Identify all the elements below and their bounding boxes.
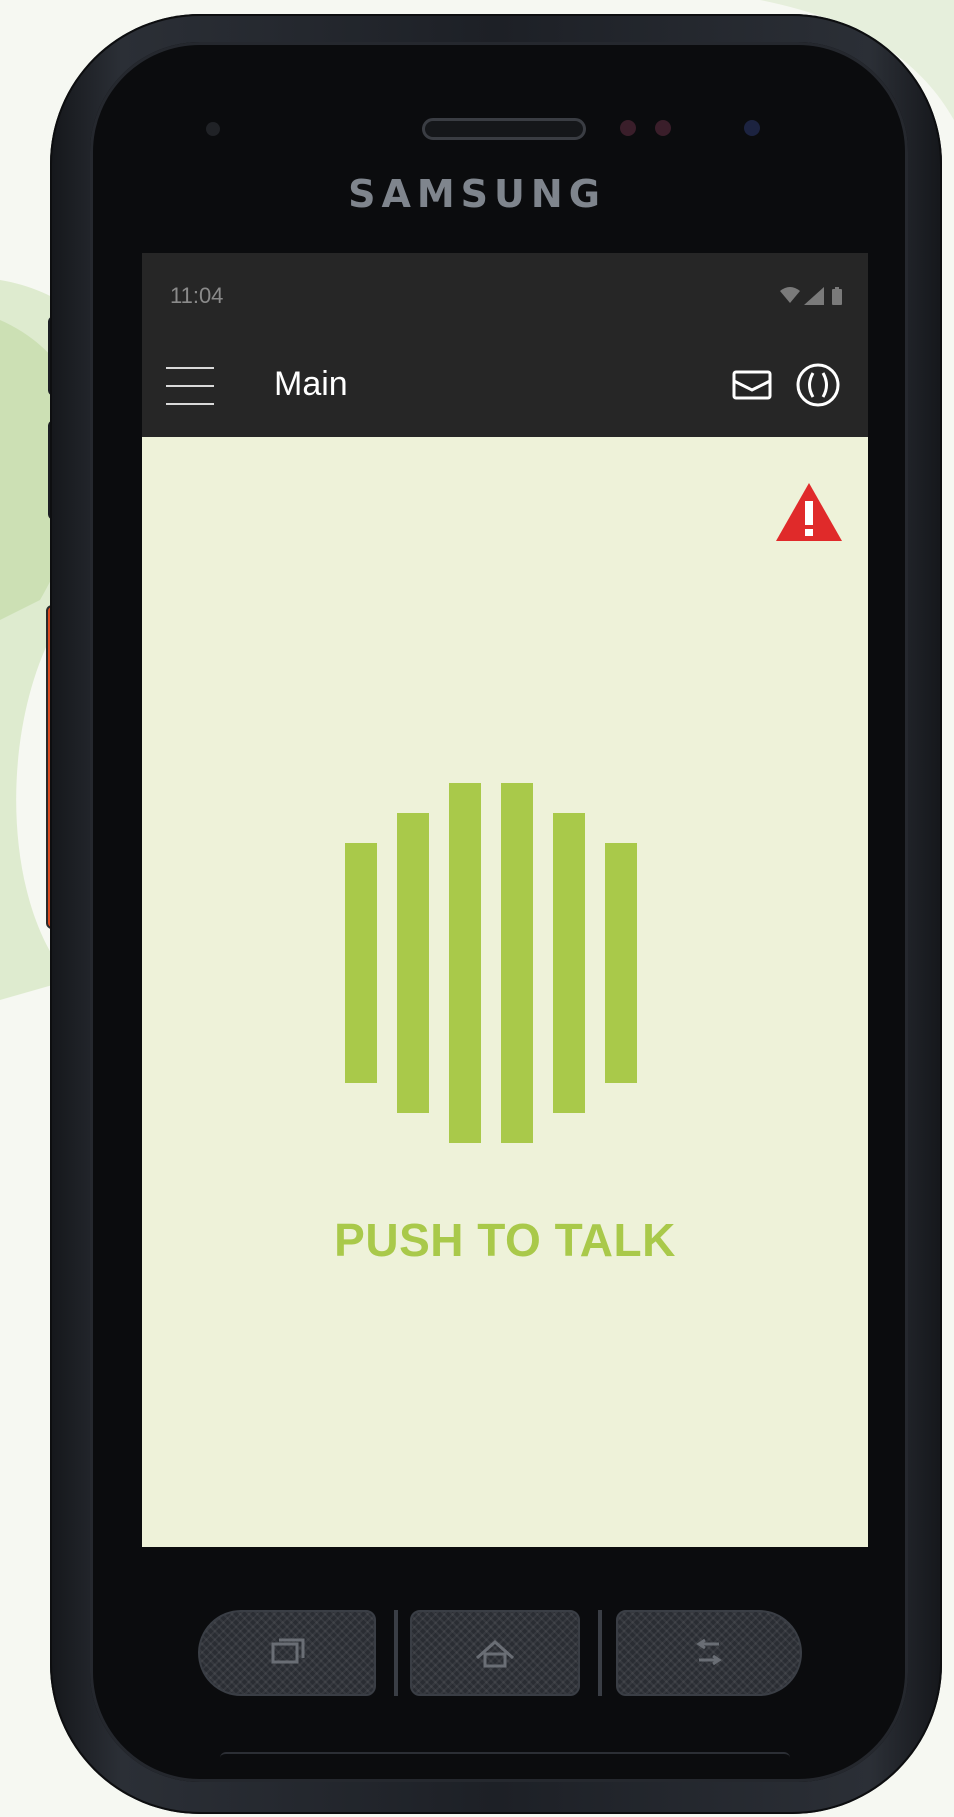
mail-icon[interactable] xyxy=(728,361,776,409)
light-sensor xyxy=(655,120,671,136)
status-time: 11:04 xyxy=(170,283,224,308)
ptt-label[interactable]: PUSH TO TALK xyxy=(142,1213,868,1267)
proximity-sensor xyxy=(620,120,636,136)
status-icons xyxy=(778,285,848,312)
signal-icon xyxy=(804,287,824,305)
home-button[interactable] xyxy=(410,1610,580,1696)
back-icon xyxy=(696,1638,722,1666)
recent-apps-icon xyxy=(271,1638,305,1664)
warning-triangle-icon[interactable] xyxy=(774,481,844,543)
earpiece-speaker xyxy=(422,118,586,140)
app-title: Main xyxy=(274,365,348,403)
back-button[interactable] xyxy=(616,1610,802,1696)
app-bar: Main xyxy=(142,333,868,437)
key-divider xyxy=(598,1610,602,1696)
front-sensor xyxy=(206,122,220,136)
brand-logo: SAMSUNG xyxy=(348,172,606,216)
front-camera xyxy=(744,120,760,136)
hamburger-menu-icon[interactable] xyxy=(166,361,218,413)
key-divider xyxy=(394,1610,398,1696)
bottom-edge xyxy=(220,1752,790,1768)
hardware-keys xyxy=(198,1610,802,1696)
wifi-icon xyxy=(780,287,800,303)
home-icon xyxy=(476,1639,514,1668)
status-circle-icon[interactable] xyxy=(794,361,842,409)
recent-apps-button[interactable] xyxy=(198,1610,376,1696)
push-to-talk-button[interactable] xyxy=(345,783,665,1153)
voice-bars-icon xyxy=(345,783,637,1143)
battery-icon xyxy=(832,287,842,305)
screen: 11:04 Main PUSH TO TALK xyxy=(142,253,868,1547)
status-bar: 11:04 xyxy=(142,253,868,333)
